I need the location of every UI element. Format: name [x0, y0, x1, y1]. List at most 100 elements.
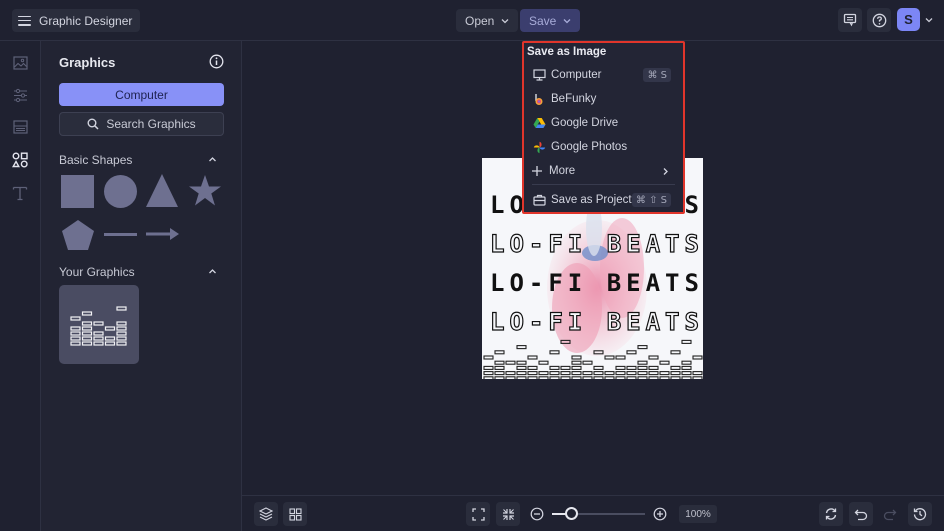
equalizer-block	[648, 371, 659, 376]
chevron-up-icon[interactable]	[208, 267, 217, 276]
computer-upload-button[interactable]: Computer	[59, 83, 224, 106]
equalizer-block	[549, 371, 560, 376]
grid-view-button[interactable]	[283, 502, 307, 526]
equalizer-peak	[571, 355, 582, 360]
zoom-in-button[interactable]	[648, 502, 672, 526]
chevron-up-icon[interactable]	[208, 155, 217, 164]
rail-item-adjustments[interactable]	[11, 86, 29, 104]
actual-size-button[interactable]	[496, 502, 520, 526]
menu-item-google-drive[interactable]: Google Drive	[524, 112, 683, 134]
monitor-icon	[532, 69, 546, 81]
equalizer-block	[93, 331, 104, 336]
equalizer-peak	[549, 350, 560, 355]
app-menu-button[interactable]: Graphic Designer	[12, 9, 141, 32]
shape-line[interactable]	[104, 233, 137, 236]
shape-circle[interactable]	[104, 175, 137, 208]
chevron-right-icon	[663, 168, 668, 175]
equalizer-block	[637, 376, 648, 379]
equalizer-peak	[670, 350, 681, 355]
equalizer-block	[637, 360, 648, 365]
undo-button[interactable]	[849, 502, 873, 526]
equalizer-block	[81, 336, 93, 341]
shape-arrow[interactable]	[146, 227, 180, 241]
info-icon[interactable]	[209, 54, 224, 69]
zoom-slider[interactable]	[552, 507, 645, 520]
shape-square[interactable]	[61, 175, 94, 208]
reset-button[interactable]	[819, 502, 843, 526]
equalizer-block	[70, 331, 81, 336]
menu-item-label: More	[549, 165, 576, 177]
equalizer-peak	[681, 339, 692, 344]
shape-pentagon[interactable]	[61, 219, 95, 251]
equalizer-peak	[516, 345, 527, 350]
tool-rail	[0, 41, 41, 531]
equalizer-block	[670, 365, 681, 370]
zoom-slider-handle[interactable]	[564, 507, 578, 520]
equalizer-block	[104, 336, 116, 341]
search-graphics-button[interactable]: Search Graphics	[59, 112, 224, 136]
redo-button[interactable]	[878, 502, 902, 526]
equalizer-block	[494, 376, 505, 379]
artboard-text-line: LO-FI BEATS	[489, 229, 703, 258]
equalizer-block	[81, 341, 93, 346]
fit-to-screen-button[interactable]	[466, 502, 490, 526]
menu-item-befunky[interactable]: BeFunky	[524, 88, 683, 110]
equalizer-peak	[70, 316, 81, 321]
menu-item-label: Google Photos	[551, 141, 628, 153]
undo-icon	[854, 509, 868, 520]
equalizer-block	[593, 365, 604, 370]
equalizer-peak	[93, 321, 104, 326]
user-avatar[interactable]: S	[897, 8, 920, 31]
equalizer-graphic-icon	[70, 306, 127, 346]
menu-item-save-as-project[interactable]: Save as Project ⌘ ⇧ S	[524, 189, 683, 211]
menu-item-more[interactable]: More	[524, 160, 683, 182]
equalizer-block	[516, 376, 527, 379]
rail-item-graphics[interactable]	[11, 151, 29, 169]
shape-triangle[interactable]	[145, 173, 179, 208]
menu-item-computer[interactable]: Computer ⌘ S	[524, 64, 683, 86]
basic-shapes-heading: Basic Shapes	[59, 153, 133, 167]
equalizer-block	[648, 365, 659, 370]
artboard-text-line: LO-FI BEATS	[490, 269, 703, 297]
shape-star[interactable]	[188, 174, 222, 207]
open-label: Open	[465, 13, 495, 28]
equalizer-block	[483, 371, 494, 376]
equalizer-peak	[637, 345, 648, 350]
zoom-level[interactable]: 100%	[679, 505, 717, 523]
layers-button[interactable]	[254, 502, 278, 526]
chevron-down-icon	[563, 18, 571, 23]
equalizer-block	[615, 371, 626, 376]
zoom-out-icon	[530, 507, 544, 521]
equalizer-block	[681, 376, 692, 379]
rail-item-text[interactable]	[11, 184, 29, 202]
equalizer-block	[483, 376, 494, 379]
zoom-out-button[interactable]	[525, 502, 549, 526]
equalizer-block	[681, 365, 692, 370]
rail-item-layouts[interactable]	[11, 118, 29, 136]
graphic-thumbnail-equalizer[interactable]	[59, 285, 139, 364]
save-button[interactable]: Save	[520, 9, 581, 32]
equalizer-block	[571, 360, 582, 365]
equalizer-block	[505, 371, 516, 376]
equalizer-block	[81, 326, 93, 331]
befunky-icon	[535, 93, 543, 105]
menu-item-google-photos[interactable]: Google Photos	[524, 136, 683, 158]
open-button[interactable]: Open	[456, 9, 519, 32]
equalizer-block	[593, 371, 604, 376]
history-button[interactable]	[908, 502, 932, 526]
equalizer-block	[527, 365, 538, 370]
sliders-icon	[13, 88, 27, 102]
equalizer-block	[538, 371, 549, 376]
equalizer-block	[516, 365, 527, 370]
save-as-image-heading: Save as Image	[527, 46, 607, 58]
your-graphics-heading: Your Graphics	[59, 265, 135, 279]
google-drive-icon	[533, 118, 545, 128]
rail-item-image[interactable]	[11, 54, 29, 72]
equalizer-peak	[615, 355, 626, 360]
refresh-icon	[825, 508, 837, 520]
help-button[interactable]	[867, 8, 891, 32]
menu-divider	[532, 184, 675, 185]
expand-icon	[471, 507, 485, 521]
comments-button[interactable]	[838, 8, 862, 32]
chevron-down-icon[interactable]	[925, 16, 933, 24]
